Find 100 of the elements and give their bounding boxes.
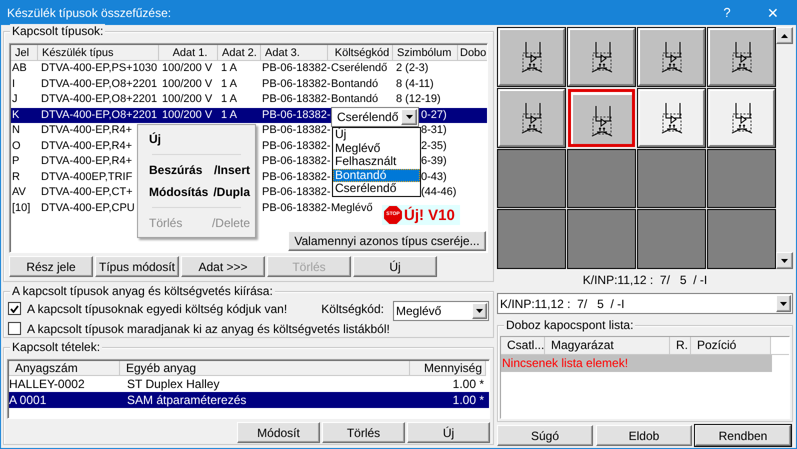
column-header[interactable]: Dobo [458,45,487,61]
dropdown-option[interactable]: Meglévő [333,142,420,155]
group-title: Kapcsolt tételek: [10,340,102,354]
checkbox-label: A kapcsolt típusoknak egyedi költség kódjuk van! [27,300,288,318]
cell-editor-combo[interactable]: Cserélendő [331,107,419,127]
menu-item[interactable]: Módosítás /Dupla [138,181,255,203]
table-cell: PB-06-18382- [262,124,330,136]
column-header[interactable]: Adat 1. [159,45,218,61]
action-button[interactable]: Módosít [237,422,320,443]
column-header[interactable]: Egyéb anyag [120,361,410,376]
dropdown-button[interactable] [472,302,487,318]
column-header[interactable]: Költségkód [328,45,393,61]
menu-item[interactable]: Beszúrás /Insert [138,159,255,181]
table-cell: J [12,93,18,105]
table-cell: 2 (2-3) [396,62,428,74]
table-cell: N [12,124,20,136]
column-header[interactable]: R. [670,337,691,355]
table-cell: 1 A [221,108,237,120]
table-cell-text: A 0001 [9,392,48,408]
dialog-button[interactable]: Rendben [695,425,791,446]
table-cell: PB-06-18382- [262,62,330,74]
column-header[interactable]: Csatl... [501,337,545,355]
table-cell: 100/200 V [162,62,212,74]
dropdown-option[interactable]: Új [333,128,420,142]
combo-value: K/INP:11,12 : 7/ 5 / -I [500,296,626,312]
column-header[interactable]: Anyagszám [9,361,120,376]
position-label: K/INP:11,12 : 7/ 5 / -I [582,272,708,289]
table-cell-text: ST Duplex Halley [126,376,220,392]
column-header[interactable]: Pozíció [691,337,771,355]
table-cell: PB-06-18382- [262,155,330,167]
dropdown-arrow-icon [476,308,483,312]
dropdown-arrow-icon [781,258,788,262]
window-title: Készülék típusok összefűzése: [6,5,172,22]
table-cell: 6-39) [421,154,447,169]
combo-value: Cserélendő [337,109,400,126]
replace-all-button[interactable]: Valamennyi azonos típus cseréje... [288,231,486,251]
cost-code-combo[interactable]: Meglévő [393,300,489,320]
table-cell: PB-06-18382- [262,202,330,214]
table-cell: Bontandó [331,78,378,90]
table-cell: DTVA-400-EP,R4+ [41,124,132,136]
dropdown-option[interactable]: Cserélendő [333,182,420,196]
toolbar-button[interactable]: Rész jele [9,256,93,277]
table-cell: Cserélendő [331,62,388,74]
table-cell: DTVA-400-EP,R4+ [41,140,132,152]
dropdown-button[interactable] [776,295,791,312]
table-cell: 1 A [221,78,237,90]
toolbar-button[interactable]: Típus módosít [95,256,179,277]
action-button[interactable]: Törlés [322,422,405,443]
scroll-down-button[interactable] [776,252,793,269]
table-cell: I [12,78,16,90]
table-cell: PB-06-18382- [262,108,330,120]
checkbox[interactable] [8,302,21,315]
toolbar-button[interactable]: Adat >>> [181,256,265,277]
table-cell: 100/200 V [162,108,212,120]
group-title: Doboz kapocspont lista: [504,318,636,332]
badge-text: Új! V10 [404,208,455,222]
checkbox-label: A kapcsolt típusok maradjanak ki az anyag és költségvetés listákból! [27,320,391,338]
up-arrow-icon [781,34,788,38]
dropdown-arrow-icon [406,115,412,119]
table-cell: AV [12,186,26,198]
table-cell-text: HALLEY-0002 [9,376,86,392]
checkbox[interactable] [8,322,21,335]
table-cell: 8 (4-11) [396,78,434,90]
column-header[interactable]: Adat 3. [261,45,328,61]
column-header[interactable]: Készülék típus [38,45,159,61]
dropdown-option[interactable]: Bontandó [333,168,420,182]
table-cell: DTVA-400-EP,O8+2201 [41,78,158,90]
selected-row[interactable]: A 0001 SAM átparaméterezés 1.00 * [9,392,489,408]
dialog-button[interactable]: Súgó [497,425,593,446]
table-cell-text: SAM átparaméterezés [126,392,248,408]
dialog-button[interactable]: Eldob [596,425,692,446]
column-header[interactable]: Adat 2. [218,45,261,61]
close-button[interactable]: ✕ [750,2,796,24]
scrollbar[interactable] [776,27,793,269]
symbol-tile[interactable] [568,88,635,146]
toolbar-button[interactable]: Új [353,256,437,277]
table-cell: PB-06-18382- [262,140,330,152]
help-button[interactable]: ? [704,3,750,23]
column-header[interactable]: Jel [11,45,38,61]
combo-value: Meglévő [396,302,442,320]
menu-item[interactable]: Új [138,128,255,150]
table-cell: PB-06-18382- [262,170,330,182]
table-cell: 1 A [221,93,237,105]
table-cell: PB-06-18382- [262,186,330,198]
scroll-up-button[interactable] [776,27,793,44]
column-header[interactable]: Magyarázat [545,337,670,355]
column-header[interactable]: Mennyiség [410,361,486,376]
table-cell: K [12,108,20,120]
action-button[interactable]: Új [407,422,490,443]
table-cell: 100/200 V [162,78,212,90]
table-cell-text: 1.00 * [452,376,485,392]
position-combo[interactable]: K/INP:11,12 : 7/ 5 / -I [497,293,793,314]
table-cell: DTVA-400-EP,O8+2201 [41,108,158,120]
table-cell: Bontandó [331,93,378,105]
dropdown-button[interactable] [401,109,417,125]
table-cell: 2-35) [421,138,447,154]
table-cell: O [12,140,21,152]
dropdown-option[interactable]: Felhasznált [333,155,420,168]
table-cell: AB [12,62,27,74]
column-header[interactable]: Szimbólum [393,45,458,61]
